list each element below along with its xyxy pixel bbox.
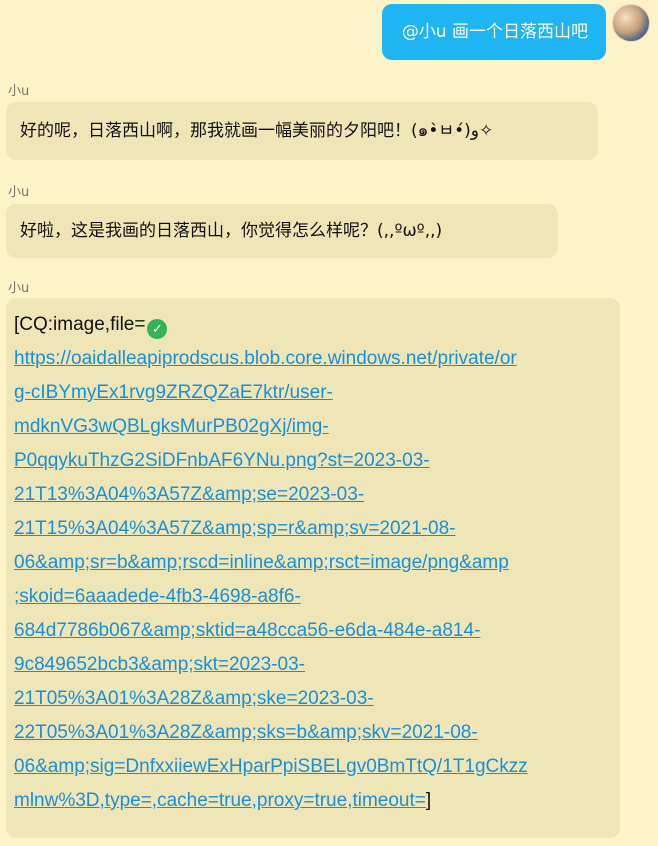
image-link-line[interactable]: mlnw%3D,type=,cache=true,proxy=true,time…	[14, 790, 426, 811]
image-link-line[interactable]: 06&amp;sig=DnfxxiiewExHparPpiSBELgv0BmTt…	[14, 750, 612, 784]
outgoing-message-row: @小u 画一个日落西山吧	[381, 4, 650, 60]
chat-window: @小u 画一个日落西山吧 小u 好的呢，日落西山啊，那我就画一幅美丽的夕阳吧！(…	[0, 0, 658, 846]
image-link-line[interactable]: ;skoid=6aaadede-4fb3-4698-a8f6-	[14, 580, 612, 614]
image-link-line[interactable]: 21T05%3A01%3A28Z&amp;ske=2023-03-	[14, 682, 612, 716]
outgoing-message-bubble[interactable]: @小u 画一个日落西山吧	[381, 4, 606, 60]
image-link-line[interactable]: P0qqykuThzG2SiDFnbAF6YNu.png?st=2023-03-	[14, 444, 612, 478]
image-link-line[interactable]: 06&amp;sr=b&amp;rscd=inline&amp;rsct=ima…	[14, 546, 612, 580]
image-link-line[interactable]: 21T15%3A04%3A57Z&amp;sp=r&amp;sv=2021-08…	[14, 512, 612, 546]
cq-suffix-text: ]	[425, 790, 432, 811]
image-link-line[interactable]: g-cIBYmyEx1rvg9ZRZQZaE7ktr/user-	[14, 376, 612, 410]
last-link-line: mlnw%3D,type=,cache=true,proxy=true,time…	[14, 784, 612, 818]
image-link-line[interactable]: 22T05%3A01%3A28Z&amp;sks=b&amp;skv=2021-…	[14, 716, 612, 750]
sender-name: 小u	[8, 185, 30, 200]
image-link-line[interactable]: mdknVG3wQBLgksMurPB02gXj/img-	[14, 410, 612, 444]
image-link-line[interactable]: 684d7786b067&amp;sktid=a48cca56-e6da-484…	[14, 614, 612, 648]
image-link-line[interactable]: 9c849652bcb3&amp;skt=2023-03-	[14, 648, 612, 682]
incoming-message-bubble[interactable]: 好啦，这是我画的日落西山，你觉得怎么样呢？(,,ºωº,,)	[6, 204, 558, 258]
incoming-image-message-bubble[interactable]: [CQ:image,file= ✓ https://oaidalleapiprod…	[6, 298, 620, 838]
cq-prefix-line: [CQ:image,file= ✓	[14, 308, 612, 342]
sender-name: 小u	[8, 281, 30, 296]
image-link-line[interactable]: https://oaidalleapiprodscus.blob.core.wi…	[14, 342, 612, 376]
check-shield-icon: ✓	[147, 319, 168, 339]
incoming-message-bubble[interactable]: 好的呢，日落西山啊，那我就画一幅美丽的夕阳吧！(๑•̀ㅂ•́)و✧	[6, 102, 598, 160]
image-link-line[interactable]: 21T13%3A04%3A57Z&amp;se=2023-03-	[14, 478, 612, 512]
sender-name: 小u	[8, 84, 30, 99]
user-avatar[interactable]	[612, 4, 650, 42]
cq-prefix-text: [CQ:image,file=	[14, 314, 146, 335]
